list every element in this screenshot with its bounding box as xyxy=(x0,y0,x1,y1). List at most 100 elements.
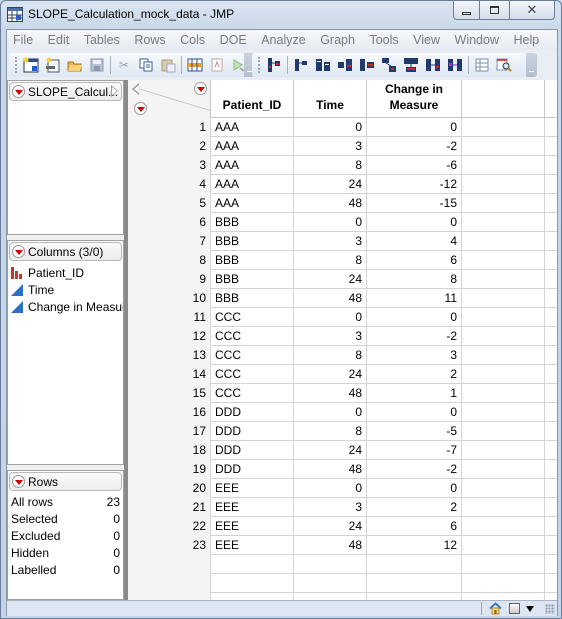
row-number[interactable]: 9 xyxy=(128,270,211,289)
column-header-time[interactable]: Time xyxy=(294,80,367,118)
row-number[interactable]: 11 xyxy=(128,308,211,327)
resize-grip[interactable] xyxy=(545,604,555,614)
table-row[interactable]: 9 BBB 24 8 xyxy=(128,270,557,289)
row-number[interactable]: 17 xyxy=(128,422,211,441)
cell-patient-id[interactable]: AAA xyxy=(211,156,294,175)
cell-empty[interactable] xyxy=(462,137,545,156)
cell-patient-id[interactable]: BBB xyxy=(211,270,294,289)
cell-patient-id[interactable]: CCC xyxy=(211,384,294,403)
cell-time[interactable]: 24 xyxy=(294,365,367,384)
rows-stat-hidden[interactable]: Hidden 0 xyxy=(8,544,123,561)
cell-change-in-measure[interactable]: -15 xyxy=(367,194,462,213)
cell-empty[interactable] xyxy=(462,270,545,289)
row-number[interactable]: 23 xyxy=(128,536,211,555)
query-builder-icon[interactable] xyxy=(495,56,513,74)
rows-panel-header[interactable]: Rows xyxy=(9,472,122,491)
update-icon[interactable] xyxy=(446,56,464,74)
row-number[interactable]: 1 xyxy=(128,118,211,137)
cell-patient-id[interactable]: CCC xyxy=(211,365,294,384)
rows-red-triangle-icon[interactable] xyxy=(12,475,25,488)
table-row[interactable]: 12 CCC 3 -2 xyxy=(128,327,557,346)
cell-change-in-measure[interactable]: 0 xyxy=(367,213,462,232)
table-row[interactable]: 7 BBB 3 4 xyxy=(128,232,557,251)
menu-window[interactable]: Window xyxy=(455,33,499,47)
row-number[interactable]: 15 xyxy=(128,384,211,403)
row-number[interactable]: 2 xyxy=(128,137,211,156)
cell-change-in-measure[interactable] xyxy=(367,555,462,574)
rows-stat-selected[interactable]: Selected 0 xyxy=(8,510,123,527)
cell-time[interactable]: 3 xyxy=(294,137,367,156)
columns-red-triangle-icon[interactable] xyxy=(12,245,25,258)
cell-time[interactable]: 24 xyxy=(294,441,367,460)
open-folder-icon[interactable] xyxy=(66,56,84,74)
table-panel-header[interactable]: SLOPE_Calcul... xyxy=(9,82,122,101)
cell-empty[interactable] xyxy=(462,384,545,403)
rows-stat-all-rows[interactable]: All rows 23 xyxy=(8,493,123,510)
menu-doe[interactable]: DOE xyxy=(220,33,247,47)
close-button[interactable]: ✕ xyxy=(510,1,555,20)
cell-time[interactable]: 3 xyxy=(294,327,367,346)
menu-cols[interactable]: Cols xyxy=(180,33,205,47)
cell-patient-id[interactable] xyxy=(211,555,294,574)
cell-change-in-measure[interactable]: 12 xyxy=(367,536,462,555)
table-row[interactable]: 20 EEE 0 0 xyxy=(128,479,557,498)
table-row[interactable]: 1 AAA 0 0 xyxy=(128,118,557,137)
row-number[interactable]: 5 xyxy=(128,194,211,213)
home-icon[interactable] xyxy=(489,602,502,615)
menu-help[interactable]: Help xyxy=(513,33,539,47)
row-number[interactable]: 16 xyxy=(128,403,211,422)
concatenate-icon[interactable] xyxy=(402,56,420,74)
cell-empty[interactable] xyxy=(462,555,545,574)
cell-empty[interactable] xyxy=(462,403,545,422)
cell-empty[interactable] xyxy=(462,251,545,270)
table-row[interactable]: 8 BBB 8 6 xyxy=(128,251,557,270)
subset-icon[interactable] xyxy=(292,56,310,74)
cell-change-in-measure[interactable]: -6 xyxy=(367,156,462,175)
cell-time[interactable]: 48 xyxy=(294,536,367,555)
rows-stat-labelled[interactable]: Labelled 0 xyxy=(8,561,123,578)
cell-patient-id[interactable]: BBB xyxy=(211,251,294,270)
cell-change-in-measure[interactable]: -12 xyxy=(367,175,462,194)
cell-patient-id[interactable]: DDD xyxy=(211,403,294,422)
cell-time[interactable] xyxy=(294,574,367,593)
cell-patient-id[interactable]: CCC xyxy=(211,308,294,327)
sort-icon[interactable] xyxy=(314,56,332,74)
menu-edit[interactable]: Edit xyxy=(48,33,70,47)
table-row[interactable]: 18 DDD 24 -7 xyxy=(128,441,557,460)
column-header-change-in-measure[interactable]: Change in Measure xyxy=(367,80,462,118)
cell-empty[interactable] xyxy=(462,574,545,593)
cell-patient-id[interactable]: EEE xyxy=(211,517,294,536)
row-number[interactable]: 18 xyxy=(128,441,211,460)
menu-graph[interactable]: Graph xyxy=(320,33,355,47)
menu-tables[interactable]: Tables xyxy=(84,33,120,47)
table-row[interactable]: 23 EEE 48 12 xyxy=(128,536,557,555)
table-row[interactable]: 3 AAA 8 -6 xyxy=(128,156,557,175)
table-row[interactable]: 15 CCC 48 1 xyxy=(128,384,557,403)
cell-change-in-measure[interactable]: 0 xyxy=(367,403,462,422)
row-number[interactable]: 6 xyxy=(128,213,211,232)
dropdown-arrow-icon[interactable] xyxy=(526,606,534,612)
cell-patient-id[interactable]: BBB xyxy=(211,232,294,251)
cell-empty[interactable] xyxy=(462,422,545,441)
minimize-button[interactable] xyxy=(453,1,480,20)
row-number[interactable] xyxy=(128,593,211,600)
row-number[interactable]: 4 xyxy=(128,175,211,194)
cell-time[interactable]: 0 xyxy=(294,118,367,137)
cell-change-in-measure[interactable]: 11 xyxy=(367,289,462,308)
table-row[interactable]: 6 BBB 0 0 xyxy=(128,213,557,232)
cell-empty[interactable] xyxy=(462,479,545,498)
paste-icon[interactable] xyxy=(159,56,177,74)
table-row[interactable]: 5 AAA 48 -15 xyxy=(128,194,557,213)
cell-time[interactable]: 48 xyxy=(294,194,367,213)
cell-patient-id[interactable]: CCC xyxy=(211,346,294,365)
menu-view[interactable]: View xyxy=(413,33,440,47)
table-row[interactable]: 10 BBB 48 11 xyxy=(128,289,557,308)
row-number[interactable] xyxy=(128,555,211,574)
join-icon[interactable] xyxy=(424,56,442,74)
row-number[interactable] xyxy=(128,574,211,593)
row-number[interactable]: 7 xyxy=(128,232,211,251)
cell-change-in-measure[interactable]: 6 xyxy=(367,517,462,536)
cell-time[interactable] xyxy=(294,555,367,574)
cell-empty[interactable] xyxy=(462,517,545,536)
menu-rows[interactable]: Rows xyxy=(134,33,165,47)
